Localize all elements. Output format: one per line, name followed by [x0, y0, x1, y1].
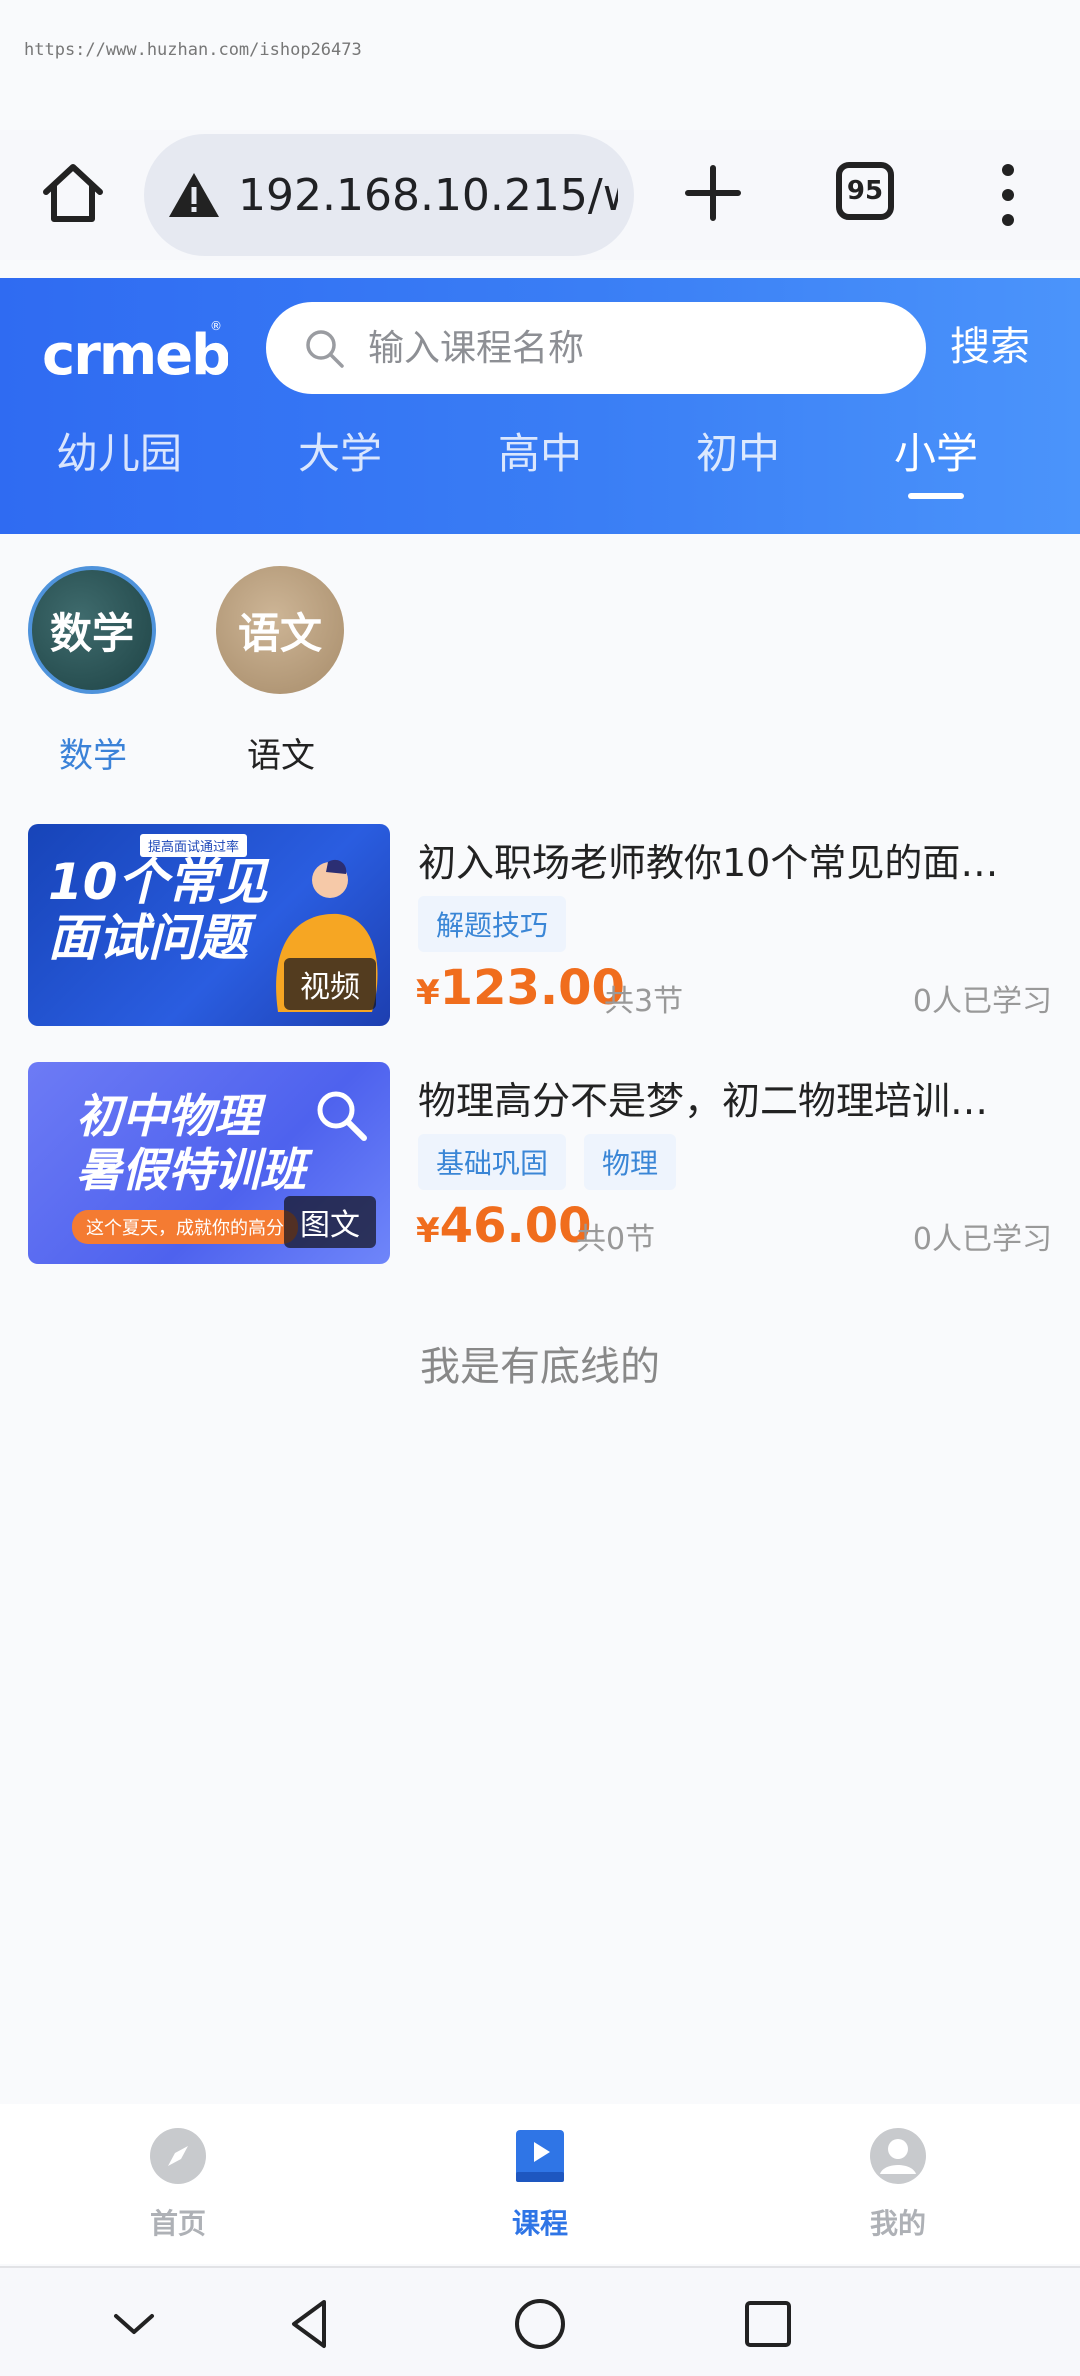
- address-bar[interactable]: 192.168.10.215/w: [144, 134, 634, 256]
- bottom-tab-bar: 首页 课程 我的: [0, 2104, 1080, 2264]
- compass-icon: [150, 2128, 206, 2184]
- search-icon: [306, 330, 344, 368]
- course-lessons: 共3节: [604, 984, 684, 1019]
- new-tab-icon[interactable]: [676, 156, 750, 230]
- user-icon: [870, 2128, 926, 2184]
- back-triangle-icon[interactable]: [282, 2296, 338, 2352]
- tabbar-profile-label: 我的: [869, 2207, 926, 2240]
- end-of-list-text: 我是有底线的: [420, 1344, 660, 1390]
- home-circle-icon[interactable]: [512, 2296, 568, 2352]
- tab-university[interactable]: 大学: [298, 420, 382, 481]
- search-button[interactable]: 搜索: [950, 314, 1030, 372]
- course-card[interactable]: 初中物理 暑假特训班 这个夏天，成就你的高分 图文 物理高分不是梦，初二物理培训…: [28, 1062, 1052, 1266]
- course-thumbnail: 初中物理 暑假特训班 这个夏天，成就你的高分 图文: [28, 1062, 390, 1264]
- system-navigation-bar: [0, 2266, 1080, 2376]
- watermark: https://www.huzhan.com/ishop26473: [24, 40, 362, 60]
- subject-chinese[interactable]: 语文 语文: [216, 566, 346, 777]
- course-price: ¥46.00: [416, 1198, 592, 1254]
- thumb-line2: 面试问题: [48, 909, 248, 967]
- course-learners: 0人已学习: [912, 1222, 1052, 1257]
- tab-kindergarten[interactable]: 幼儿园: [56, 420, 182, 481]
- course-title: 初入职场老师教你10个常见的面…: [418, 841, 999, 885]
- url-text: 192.168.10.215/w: [238, 169, 618, 221]
- thumb-line1: 初中物理: [76, 1089, 260, 1143]
- more-menu-icon[interactable]: [988, 158, 1028, 232]
- logo-text: crmeb: [42, 323, 228, 388]
- course-type-badge: 视频: [284, 958, 376, 1010]
- thumb-caption: 这个夏天，成就你的高分: [72, 1210, 298, 1244]
- course-card[interactable]: 提高面试通过率 10个常见 面试问题 视频 初入职场老师教你10个常见的面… 解…: [28, 824, 1052, 1028]
- app-header: crmeb ® 搜索 幼儿园 大学 高中 初中 小学: [0, 278, 1080, 534]
- course-lessons: 共0节: [576, 1222, 656, 1257]
- crmeb-logo[interactable]: crmeb ®: [42, 312, 228, 392]
- tabbar-profile[interactable]: 我的: [828, 2126, 968, 2242]
- book-play-icon: [516, 2130, 564, 2182]
- course-type-badge: 图文: [284, 1196, 376, 1248]
- subject-math-label: 数学: [59, 736, 127, 776]
- thumb-line1: 10个常见: [48, 853, 268, 911]
- course-thumbnail: 提高面试通过率 10个常见 面试问题 视频: [28, 824, 390, 1026]
- home-icon[interactable]: [38, 158, 108, 228]
- warning-icon[interactable]: [166, 167, 222, 223]
- recents-square-icon[interactable]: [740, 2296, 796, 2352]
- course-title: 物理高分不是梦，初二物理培训…: [418, 1079, 989, 1123]
- svg-text:®: ®: [210, 319, 222, 333]
- tab-switcher-button[interactable]: 95: [836, 162, 894, 220]
- tab-high-school[interactable]: 高中: [498, 420, 582, 481]
- search-box[interactable]: [266, 302, 926, 394]
- course-tag: 解题技巧: [418, 896, 567, 952]
- tabbar-home[interactable]: 首页: [108, 2126, 248, 2242]
- course-learners: 0人已学习: [912, 984, 1052, 1019]
- subject-math[interactable]: 数学 数学: [28, 566, 158, 777]
- course-tags: 解题技巧: [418, 896, 567, 952]
- course-tag: 物理: [584, 1134, 677, 1190]
- magnifier-icon: [317, 1091, 367, 1141]
- tabbar-courses[interactable]: 课程: [470, 2126, 610, 2242]
- tab-primary-school[interactable]: 小学: [894, 420, 978, 481]
- search-input[interactable]: [368, 327, 888, 369]
- subject-math-icon: 数学: [28, 566, 156, 694]
- subject-chinese-label: 语文: [247, 736, 315, 776]
- course-price: ¥123.00: [416, 960, 625, 1016]
- browser-toolbar: 192.168.10.215/w 95: [0, 130, 1080, 260]
- tabbar-courses-label: 课程: [511, 2207, 568, 2240]
- level-tabs: 幼儿园 大学 高中 初中 小学: [0, 420, 1080, 500]
- subject-chinese-icon: 语文: [216, 566, 344, 694]
- tab-count: 95: [846, 176, 884, 206]
- thumb-line2: 暑假特训班: [76, 1143, 306, 1197]
- tabbar-home-label: 首页: [149, 2207, 206, 2240]
- course-tags: 基础巩固 物理: [418, 1134, 677, 1190]
- tab-middle-school[interactable]: 初中: [696, 420, 780, 481]
- chevron-down-icon[interactable]: [106, 2296, 162, 2352]
- course-tag: 基础巩固: [418, 1134, 567, 1190]
